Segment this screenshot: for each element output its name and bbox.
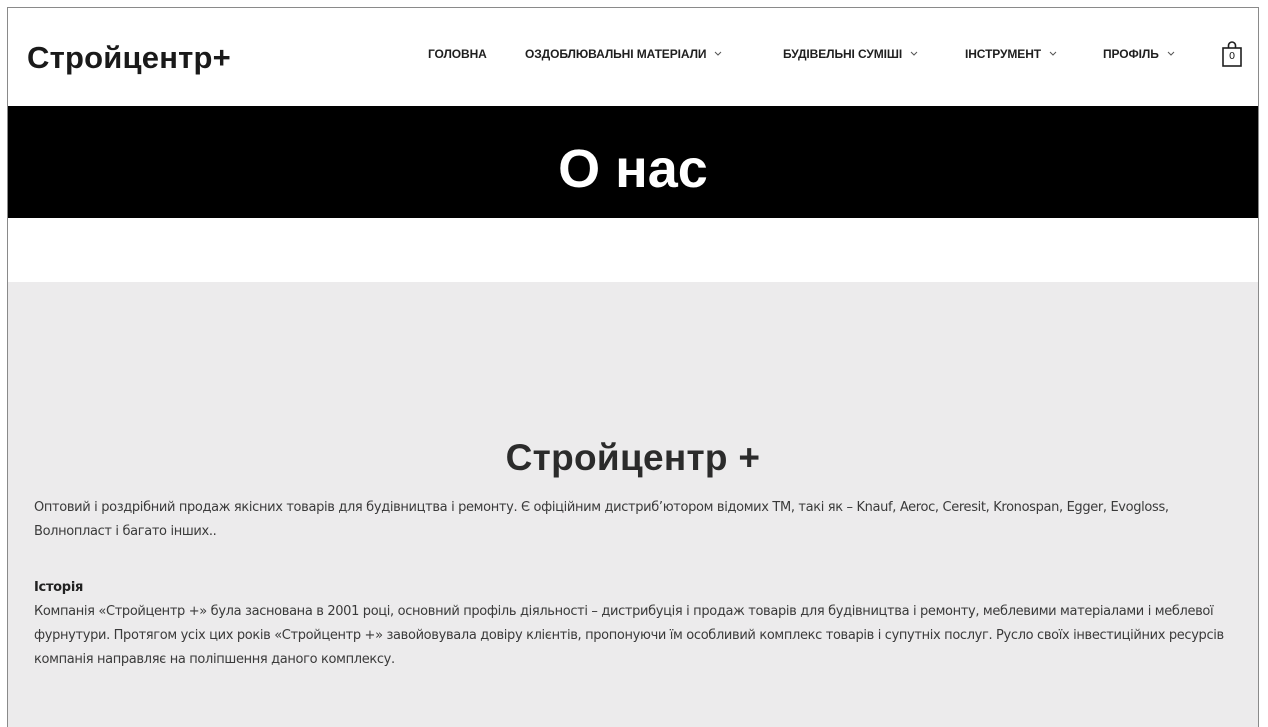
chevron-down-icon [713, 48, 723, 58]
nav-item-home[interactable]: ГОЛОВНА [428, 47, 487, 61]
nav-item-finishing-materials[interactable]: ОЗДОБЛЮВАЛЬНІ МАТЕРІАЛИ [525, 47, 723, 61]
nav-item-label: ІНСТРУМЕНТ [965, 47, 1042, 61]
content-section: Стройцентр + Оптовий і роздрібний продаж… [8, 282, 1258, 727]
main-nav: ГОЛОВНА ОЗДОБЛЮВАЛЬНІ МАТЕРІАЛИ БУДІВЕЛЬ… [8, 47, 1258, 67]
history-heading: Історія [34, 580, 84, 595]
nav-item-label: ГОЛОВНА [428, 47, 487, 61]
browser-frame: Стройцентр+ ГОЛОВНА ОЗДОБЛЮВАЛЬНІ МАТЕРІ… [7, 7, 1259, 727]
intro-paragraph: Оптовий і роздрібний продаж якісних това… [34, 500, 1169, 539]
page-title: О нас [558, 139, 708, 199]
chevron-down-icon [1166, 48, 1176, 58]
history-paragraph: Компанія «Стройцентр +» була заснована в… [34, 604, 1224, 667]
cart-count: 0 [1228, 51, 1236, 62]
chevron-down-icon [909, 48, 919, 58]
nav-item-label: ПРОФІЛЬ [1103, 47, 1159, 61]
site-header: Стройцентр+ ГОЛОВНА ОЗДОБЛЮВАЛЬНІ МАТЕРІ… [8, 8, 1258, 106]
nav-item-profile[interactable]: ПРОФІЛЬ [1103, 47, 1176, 61]
nav-item-label: ОЗДОБЛЮВАЛЬНІ МАТЕРІАЛИ [525, 47, 707, 61]
chevron-down-icon [1048, 48, 1058, 58]
section-title: Стройцентр + [505, 437, 761, 478]
nav-item-label: БУДІВЕЛЬНІ СУМІШІ [783, 47, 903, 61]
nav-item-building-mixes[interactable]: БУДІВЕЛЬНІ СУМІШІ [783, 47, 919, 61]
hero-banner: О нас [8, 106, 1258, 218]
cart-button[interactable]: 0 [1221, 40, 1243, 68]
nav-item-tools[interactable]: ІНСТРУМЕНТ [965, 47, 1058, 61]
